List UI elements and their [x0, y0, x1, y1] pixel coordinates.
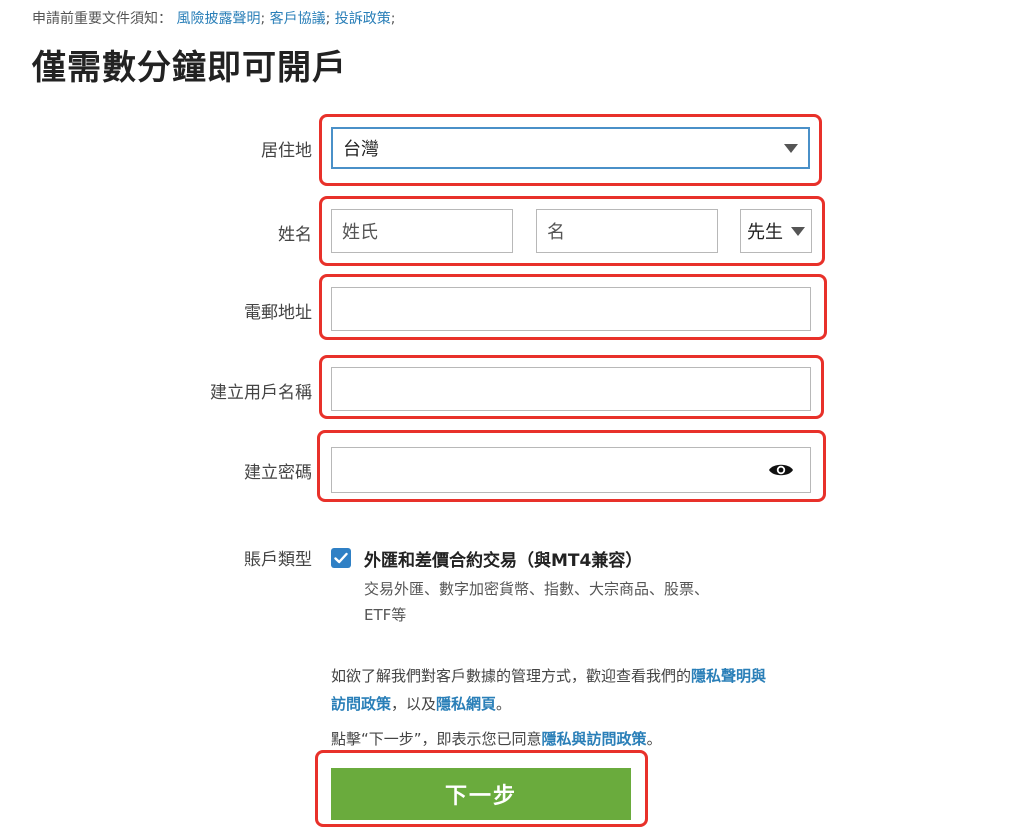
- username-label: 建立用戶名稱: [210, 383, 312, 403]
- client-agreement-link[interactable]: 客戶協議: [270, 11, 326, 27]
- risk-disclosure-link[interactable]: 風險披露聲明: [176, 11, 260, 27]
- title-select[interactable]: 先生: [740, 209, 812, 253]
- next-step-button[interactable]: 下一步: [331, 768, 631, 820]
- privacy-notice: 如欲了解我們對客戶數據的管理方式，歡迎查看我們的隱私聲明與 訪問政策，以及隱私網頁…: [331, 667, 767, 713]
- username-field[interactable]: [331, 367, 811, 411]
- notice-prefix: 申請前重要文件須知：: [32, 11, 172, 27]
- password-label: 建立密碼: [244, 463, 312, 483]
- first-name-input[interactable]: 名: [536, 209, 718, 253]
- email-field[interactable]: [331, 287, 811, 331]
- privacy-statement-link[interactable]: 隱私聲明與: [691, 667, 766, 685]
- privacy-page-link[interactable]: 隱私網頁: [436, 695, 496, 713]
- chevron-down-icon: [791, 227, 805, 236]
- email-label: 電郵地址: [244, 303, 312, 323]
- account-type-description: 交易外匯、數字加密貨幣、指數、大宗商品、股票、 ETF等: [364, 580, 710, 624]
- residence-value: 台灣: [343, 139, 379, 160]
- name-label: 姓名: [278, 225, 312, 245]
- privacy-access-policy-link[interactable]: 隱私與訪問政策: [542, 730, 647, 748]
- access-policy-link[interactable]: 訪問政策: [331, 695, 391, 713]
- consent-text: 點擊“下一步”，即表示您已同意隱私與訪問政策。: [331, 730, 662, 748]
- page-title: 僅需數分鐘即可開戶: [32, 48, 347, 88]
- password-field[interactable]: [331, 447, 811, 493]
- residence-select[interactable]: 台灣: [331, 127, 810, 169]
- account-type-checkbox[interactable]: [331, 548, 351, 568]
- notice-bar: 申請前重要文件須知： 風險披露聲明; 客戶協議; 投訴政策;: [32, 11, 396, 27]
- title-value: 先生: [747, 222, 783, 243]
- account-type-label: 賬戶類型: [244, 550, 312, 570]
- chevron-down-icon: [784, 144, 798, 153]
- complaints-policy-link[interactable]: 投訴政策: [335, 11, 391, 27]
- account-type-option[interactable]: 外匯和差價合約交易（與MT4兼容）: [364, 546, 642, 571]
- checkmark-icon: [334, 552, 348, 564]
- eye-icon[interactable]: [768, 461, 794, 484]
- residence-label: 居住地: [261, 141, 312, 161]
- last-name-input[interactable]: 姓氏: [331, 209, 513, 253]
